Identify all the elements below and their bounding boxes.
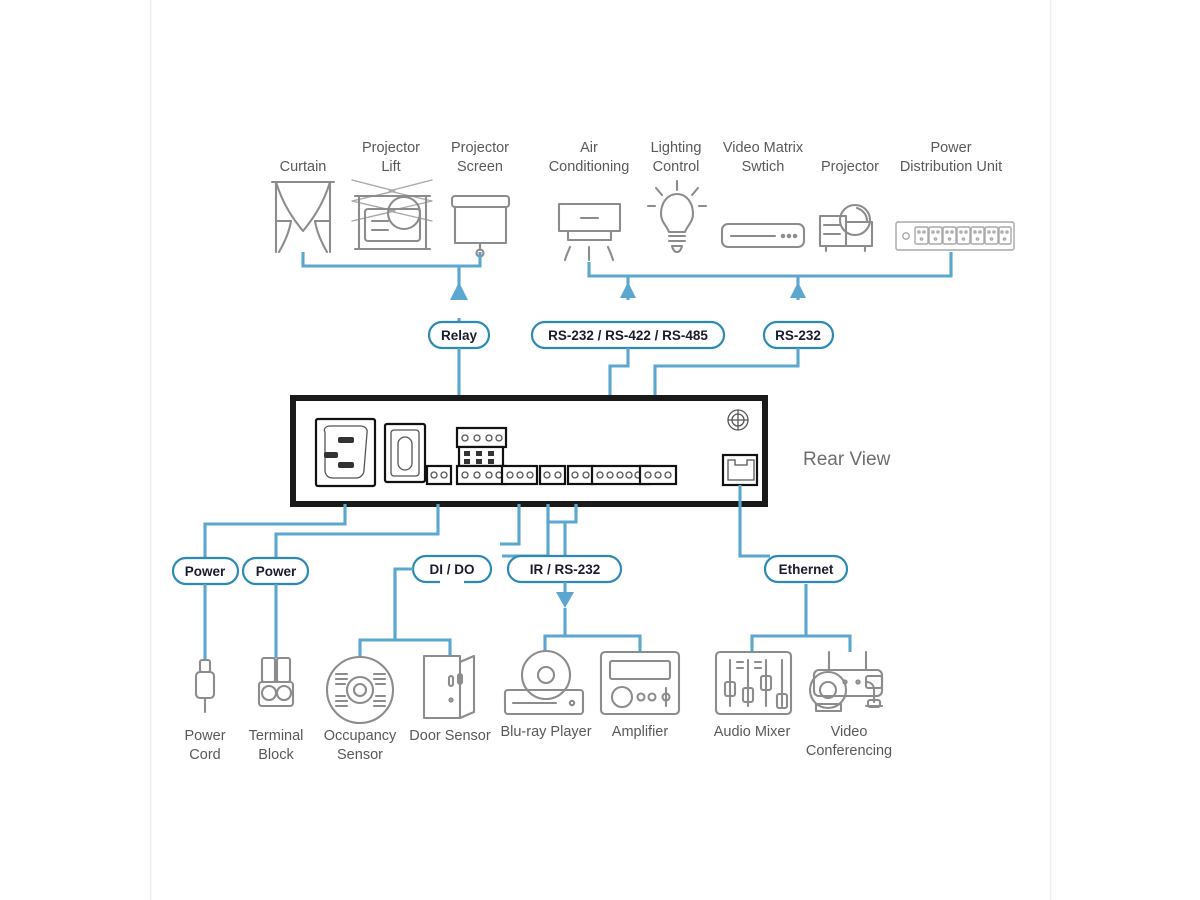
ground-screw-icon	[727, 409, 749, 431]
label-air-conditioning-line2: Conditioning	[549, 159, 630, 175]
pill-power-2[interactable]: Power	[241, 556, 310, 586]
top-arrowheads	[448, 266, 470, 302]
label-occupancy-sensor-line1: Occupancy	[324, 728, 397, 744]
label-power-distribution-unit-line2: Distribution Unit	[900, 159, 1002, 175]
label-projector-screen-line1: Projector	[451, 140, 509, 156]
power-cord-icon	[194, 658, 216, 714]
label-projector-lift-line2: Lift	[381, 159, 400, 175]
top-wiring	[301, 252, 953, 322]
label-audio-mixer: Audio Mixer	[714, 724, 791, 740]
bottom-device-labels: Power Cord Terminal Block Occupancy Sens…	[184, 724, 892, 763]
label-occupancy-sensor-line2: Sensor	[337, 747, 383, 763]
pill-power-2-label: Power	[256, 564, 297, 579]
pill-ir-rs232-label: IR / RS-232	[530, 562, 601, 577]
label-video-matrix-switch-line1: Video Matrix	[723, 140, 804, 156]
blu-ray-player-icon	[503, 649, 585, 716]
pill-ethernet-label: Ethernet	[779, 562, 834, 577]
port-terminal-2pin-c[interactable]	[566, 464, 595, 486]
port-rj45-ethernet-jack[interactable]	[721, 453, 759, 487]
label-blu-ray-player: Blu-ray Player	[500, 724, 591, 740]
rear-panel	[290, 395, 768, 507]
port-terminal-3pin-b[interactable]	[638, 464, 678, 486]
projector-lift-icon	[351, 179, 433, 251]
label-power-distribution-unit-line1: Power	[930, 140, 971, 156]
label-power-cord-line1: Power	[184, 728, 225, 744]
label-video-conferencing-line1: Video	[831, 724, 868, 740]
label-power-cord-line2: Cord	[189, 747, 220, 763]
occupancy-sensor-icon	[325, 655, 395, 725]
label-air-conditioning-line1: Air	[580, 140, 598, 156]
label-lighting-control-line1: Lighting	[651, 140, 702, 156]
label-video-matrix-switch-line2: Swtich	[742, 159, 785, 175]
air-conditioner-icon	[557, 202, 622, 262]
label-curtain: Curtain	[280, 159, 327, 175]
pill-ethernet[interactable]: Ethernet	[763, 554, 849, 584]
curtain-icon	[270, 180, 336, 254]
lightbulb-icon	[646, 179, 708, 254]
label-terminal-block-line1: Terminal	[249, 728, 304, 744]
pill-di-do[interactable]: DI / DO	[411, 554, 493, 584]
top-device-labels: Curtain Projector Lift Projector Screen …	[280, 140, 1003, 175]
label-amplifier: Amplifier	[612, 724, 669, 740]
rear-view-label: Rear View	[803, 449, 891, 470]
port-power-switch[interactable]	[383, 422, 427, 484]
video-conferencing-icon	[808, 650, 884, 713]
port-terminal-2pin-b[interactable]	[538, 464, 567, 486]
pill-power-1[interactable]: Power	[171, 556, 240, 586]
audio-mixer-icon	[714, 650, 793, 716]
power-distribution-unit-icon	[895, 221, 1015, 251]
label-video-conferencing-line2: Conferencing	[806, 743, 892, 759]
pill-di-do-label: DI / DO	[429, 562, 474, 577]
pill-relay-label: Relay	[441, 328, 478, 343]
diagram-canvas: Curtain Projector Lift Projector Screen …	[0, 0, 1200, 900]
video-matrix-switch-icon	[720, 222, 806, 249]
port-ac-power-inlet[interactable]	[314, 417, 377, 488]
label-projector-screen-line2: Screen	[457, 159, 503, 175]
port-terminal-2pin-a[interactable]	[425, 464, 453, 486]
terminal-block-icon	[257, 656, 295, 708]
pill-rs232-label: RS-232	[775, 328, 821, 343]
projector-screen-icon	[450, 194, 511, 258]
label-door-sensor: Door Sensor	[409, 728, 491, 744]
projector-icon	[818, 203, 874, 253]
label-projector: Projector	[821, 159, 879, 175]
amplifier-icon	[599, 650, 681, 716]
pill-rs232-rs422-rs485-label: RS-232 / RS-422 / RS-485	[548, 328, 708, 343]
pill-ir-rs232[interactable]: IR / RS-232	[506, 554, 623, 584]
label-lighting-control-line2: Control	[653, 159, 700, 175]
pill-relay[interactable]: Relay	[427, 320, 491, 350]
pill-power-1-label: Power	[185, 564, 226, 579]
pill-rs232[interactable]: RS-232	[762, 320, 835, 350]
pill-rs232-rs422-rs485[interactable]: RS-232 / RS-422 / RS-485	[530, 320, 726, 350]
label-terminal-block-line2: Block	[258, 747, 294, 763]
port-terminal-3pin-a[interactable]	[500, 464, 539, 486]
door-sensor-icon	[422, 654, 476, 720]
port-relay-terminal-block[interactable]	[455, 426, 508, 486]
label-projector-lift-line1: Projector	[362, 140, 420, 156]
